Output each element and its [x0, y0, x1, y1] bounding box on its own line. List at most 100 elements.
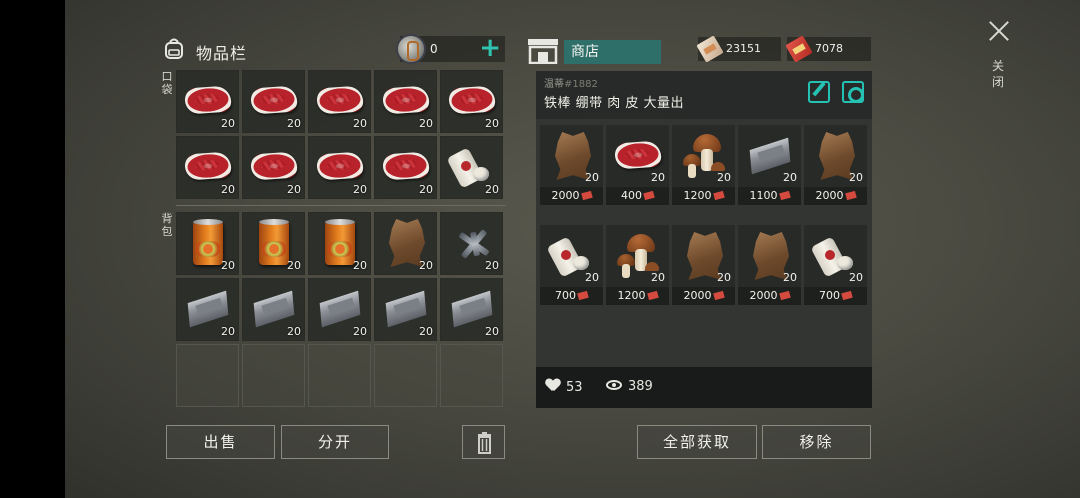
- item-quantity: 20: [849, 271, 863, 284]
- split-button[interactable]: 分开: [281, 425, 389, 459]
- item-quantity: 20: [287, 325, 301, 338]
- close-label[interactable]: 关闭: [991, 58, 1005, 90]
- shop-item[interactable]: 20 700: [540, 225, 603, 307]
- inventory-slot[interactable]: 20: [440, 70, 503, 133]
- meat-icon: [448, 85, 496, 115]
- price-value: 2000: [815, 189, 844, 202]
- food-can-icon: [193, 219, 223, 265]
- item-quantity: 20: [485, 325, 499, 338]
- coin-counter: 0 +: [396, 34, 505, 64]
- empty-slot[interactable]: [242, 344, 305, 407]
- price-value: 400: [621, 189, 642, 202]
- item-quantity: 20: [585, 271, 599, 284]
- empty-slot[interactable]: [374, 344, 437, 407]
- inventory-slot[interactable]: 20: [308, 278, 371, 341]
- item-price: 2000: [738, 287, 801, 305]
- inventory-slot[interactable]: 20: [176, 278, 239, 341]
- item-price: 2000: [540, 187, 603, 205]
- meat-icon: [316, 151, 364, 181]
- shop-panel: 温蒂#1882 铁棒 绷带 肉 皮 大量出 20 2000 20 400 20 1200 2…: [536, 71, 872, 408]
- item-price: 2000: [804, 187, 867, 205]
- take-all-button[interactable]: 全部获取: [637, 425, 757, 459]
- coupon-icon: [712, 190, 725, 201]
- meat-icon: [250, 151, 298, 181]
- item-quantity: 20: [783, 171, 797, 184]
- shop-item[interactable]: 20 1100: [738, 125, 801, 207]
- item-quantity: 20: [221, 117, 235, 130]
- shop-item[interactable]: 20 700: [804, 225, 867, 307]
- shop-item[interactable]: 20 2000: [672, 225, 735, 307]
- inventory-slot[interactable]: 20: [374, 212, 437, 275]
- likes-counter[interactable]: 53: [546, 379, 583, 395]
- settings-icon[interactable]: [842, 81, 864, 103]
- close-icon[interactable]: [988, 20, 1010, 42]
- item-price: 400: [606, 187, 669, 205]
- inventory-slot[interactable]: 20: [440, 278, 503, 341]
- inventory-slot[interactable]: 20: [242, 278, 305, 341]
- shop-item-art: 20: [540, 125, 603, 187]
- coupon-icon: [778, 190, 791, 201]
- shop-item[interactable]: 20 2000: [804, 125, 867, 207]
- item-quantity: 20: [717, 271, 731, 284]
- inventory-slot[interactable]: 20: [374, 70, 437, 133]
- shop-item-art: 20: [606, 125, 669, 187]
- meat-icon: [250, 85, 298, 115]
- item-quantity: 20: [849, 171, 863, 184]
- inventory-slot[interactable]: 20: [308, 70, 371, 133]
- item-quantity: 20: [287, 117, 301, 130]
- item-quantity: 20: [221, 183, 235, 196]
- shop-item[interactable]: 20 1200: [672, 125, 735, 207]
- item-quantity: 20: [651, 171, 665, 184]
- item-price: 1100: [738, 187, 801, 205]
- shop-icon: [528, 39, 558, 64]
- currency-ticket: 23151: [696, 35, 781, 63]
- shop-item[interactable]: 20 2000: [738, 225, 801, 307]
- bandage-icon: [810, 236, 853, 278]
- inventory-slot[interactable]: 20: [176, 136, 239, 199]
- inventory-slot[interactable]: 20: [308, 212, 371, 275]
- currency-coupon-value: 7078: [815, 42, 843, 55]
- add-coin-button[interactable]: +: [479, 34, 501, 62]
- inventory-slot[interactable]: 20: [440, 136, 503, 199]
- inventory-slot[interactable]: 20: [440, 212, 503, 275]
- edit-icon[interactable]: [808, 81, 830, 103]
- shop-item-art: 20: [804, 125, 867, 187]
- trash-icon: [478, 432, 491, 454]
- item-quantity: 20: [287, 259, 301, 272]
- inventory-slot[interactable]: 20: [242, 212, 305, 275]
- shop-item-art: 20: [738, 225, 801, 287]
- food-can-icon: [325, 219, 355, 265]
- remove-button[interactable]: 移除: [762, 425, 871, 459]
- inventory-slot[interactable]: 20: [176, 70, 239, 133]
- inventory-slot[interactable]: 20: [308, 136, 371, 199]
- coupon-icon: [841, 290, 853, 301]
- trash-button[interactable]: [462, 425, 505, 459]
- meat-icon: [614, 140, 662, 170]
- coupon-icon: [844, 190, 857, 201]
- inventory-slot[interactable]: 20: [242, 136, 305, 199]
- meat-icon: [184, 85, 232, 115]
- currency-coupon: 7078: [785, 35, 871, 63]
- inventory-slot[interactable]: 20: [242, 70, 305, 133]
- inventory-slot[interactable]: 20: [374, 136, 437, 199]
- item-price: 700: [804, 287, 867, 305]
- inventory-title: 物品栏: [196, 44, 248, 63]
- heart-icon: [546, 379, 560, 392]
- section-divider: [176, 205, 506, 206]
- sell-button[interactable]: 出售: [166, 425, 275, 459]
- meat-icon: [184, 151, 232, 181]
- item-quantity: 20: [485, 259, 499, 272]
- empty-slot[interactable]: [440, 344, 503, 407]
- item-quantity: 20: [651, 271, 665, 284]
- empty-slot[interactable]: [308, 344, 371, 407]
- inventory-slot[interactable]: 20: [374, 278, 437, 341]
- currency-ticket-value: 23151: [726, 42, 761, 55]
- shop-item[interactable]: 20 2000: [540, 125, 603, 207]
- tab-shop[interactable]: 商店: [564, 40, 661, 64]
- inventory-slot[interactable]: 20: [176, 212, 239, 275]
- shop-item[interactable]: 20 1200: [606, 225, 669, 307]
- price-value: 1200: [683, 189, 712, 202]
- item-quantity: 20: [419, 259, 433, 272]
- shop-item[interactable]: 20 400: [606, 125, 669, 207]
- empty-slot[interactable]: [176, 344, 239, 407]
